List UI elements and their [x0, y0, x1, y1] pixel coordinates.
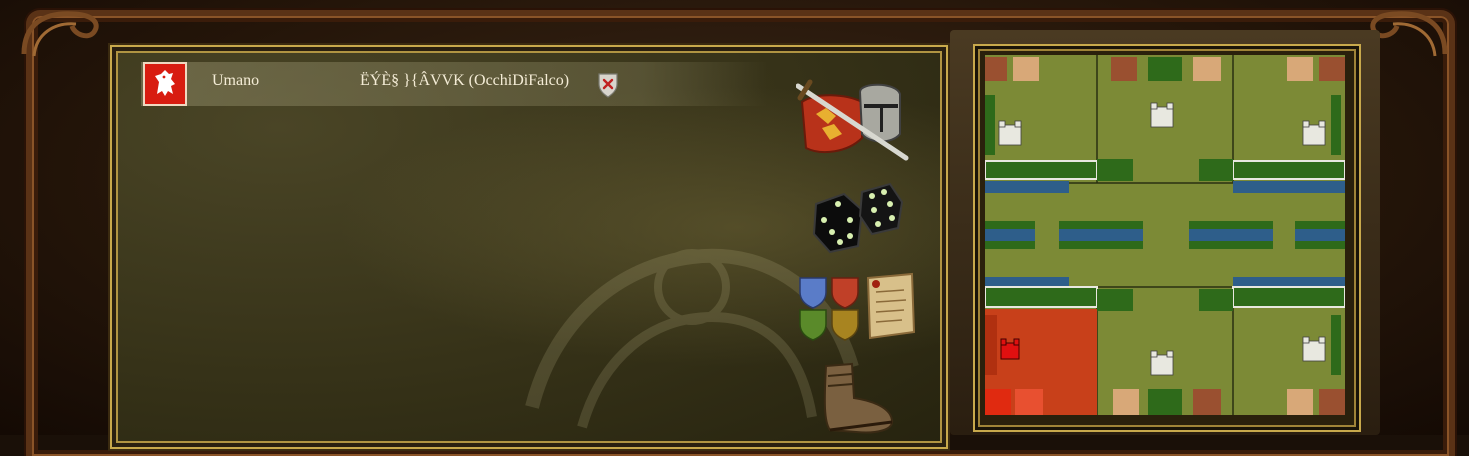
- team-shields-scroll-icon[interactable]: [796, 272, 922, 344]
- player-crest-button[interactable]: [143, 62, 187, 106]
- left-corner-ornament-icon: [21, 11, 99, 57]
- shield-x-icon[interactable]: [597, 72, 619, 98]
- sword-helmet-shield-icon[interactable]: [796, 78, 916, 164]
- player-type-label[interactable]: Umano: [212, 72, 259, 90]
- dice-icon[interactable]: [810, 180, 906, 254]
- player-name: ËÝÈ§ }{ÂVVK (OcchiDiFalco): [360, 72, 570, 89]
- boot-icon[interactable]: [816, 362, 900, 435]
- red-lion-crest-icon: [155, 70, 175, 96]
- minimap[interactable]: [985, 55, 1345, 415]
